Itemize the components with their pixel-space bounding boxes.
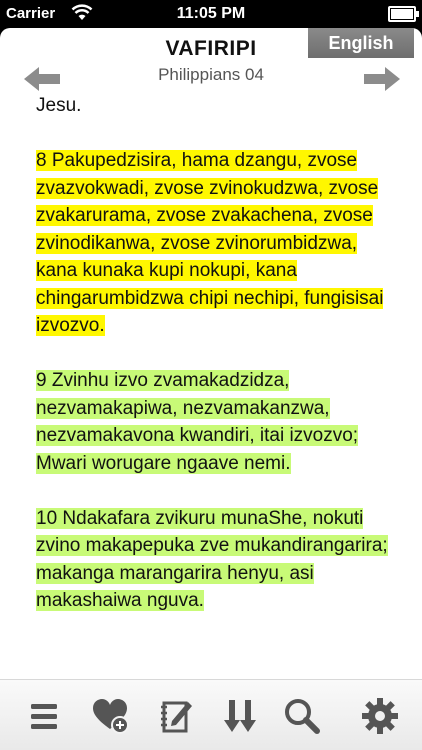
favorite-add-icon[interactable] [90, 696, 130, 736]
status-bar: Carrier 11:05 PM [0, 0, 422, 28]
verse-item[interactable]: 10 Ndakafara zvikuru munaShe, nokuti zvi… [36, 505, 400, 615]
reader-screen: VAFIRIPI Philippians 04 English Jesu. 8 … [0, 28, 422, 750]
battery-icon [388, 6, 419, 22]
verse-text: 9 Zvinhu izvo zvamakadzidza, nezvamakapi… [36, 370, 359, 474]
verse-item[interactable]: Jesu. [36, 92, 400, 120]
verse-text: Jesu. [36, 95, 82, 116]
notes-icon[interactable] [156, 696, 196, 736]
gear-icon[interactable] [360, 696, 400, 736]
menu-icon[interactable] [24, 696, 64, 736]
verse-content: Jesu. 8 Pakupedzisira, hama dzangu, zvos… [36, 92, 400, 642]
verse-text: 10 Ndakafara zvikuru munaShe, nokuti zvi… [36, 507, 388, 611]
bottom-toolbar [0, 679, 422, 750]
chapter-label: Philippians 04 [158, 65, 264, 84]
verse-text: 8 Pakupedzisira, hama dzangu, zvose zvaz… [36, 150, 384, 336]
scroll-arrows-icon[interactable] [220, 696, 260, 736]
language-button[interactable]: English [308, 28, 414, 58]
clock: 11:05 PM [176, 5, 246, 22]
verse-item[interactable]: 8 Pakupedzisira, hama dzangu, zvose zvaz… [36, 147, 400, 340]
previous-chapter-arrow-icon[interactable] [22, 66, 62, 92]
search-icon[interactable] [282, 696, 322, 736]
verse-item[interactable]: 9 Zvinhu izvo zvamakadzidza, nezvamakapi… [36, 367, 400, 477]
header: VAFIRIPI Philippians 04 English [0, 28, 422, 94]
next-chapter-arrow-icon[interactable] [362, 66, 402, 92]
